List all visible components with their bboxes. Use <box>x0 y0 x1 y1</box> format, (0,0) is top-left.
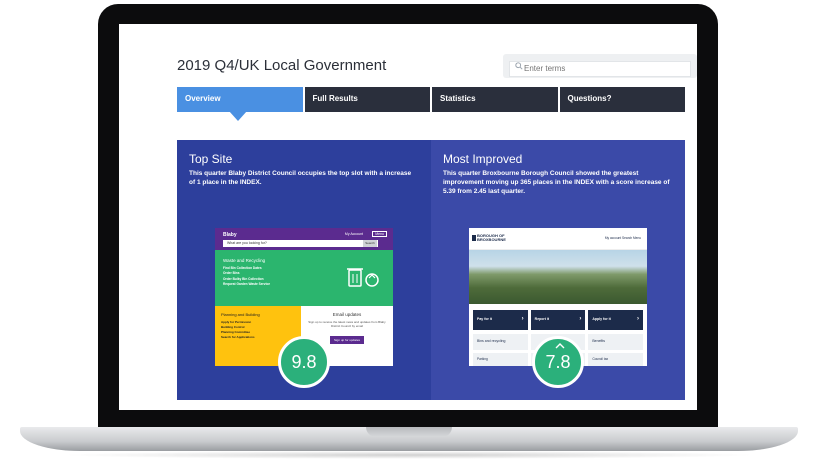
blaby-account-link: My Account <box>344 232 363 236</box>
blaby-planning-heading: Planning and Building <box>221 312 260 317</box>
laptop-screen: 2019 Q4/UK Local Government Overview Ful… <box>119 24 697 410</box>
broxbourne-crest-icon <box>472 235 476 241</box>
broxbourne-tile-apply: Apply for it › <box>588 310 644 330</box>
chevron-right-icon: › <box>521 316 524 322</box>
blaby-search-button: Search <box>363 240 377 247</box>
laptop-base-notch <box>366 427 452 437</box>
blaby-waste-heading: Waste and Recycling <box>223 258 266 263</box>
broxbourne-header: BOROUGH OF BROXBOURNE My account Search … <box>469 228 647 250</box>
chevron-right-icon: › <box>579 316 582 322</box>
laptop-shadow <box>60 451 758 459</box>
tile-label: Pay for it <box>477 317 492 321</box>
broxbourne-nav: My account Search Menu <box>604 236 641 240</box>
recycling-bin-icon <box>347 268 379 287</box>
top-site-text: This quarter Blaby District Council occu… <box>189 170 412 186</box>
search-input[interactable] <box>509 60 691 77</box>
top-site-score: 9.8 <box>291 351 317 372</box>
blaby-header: Blaby My Account Menu What are you looki… <box>215 228 393 250</box>
blaby-planning-link: Search for Applications <box>221 335 255 340</box>
chevron-up-icon <box>555 343 565 349</box>
most-improved-heading: Most Improved <box>443 152 523 166</box>
blaby-menu-button: Menu <box>372 231 387 237</box>
broxbourne-hero-photo <box>469 250 647 304</box>
top-site-panel: Top Site This quarter Blaby District Cou… <box>177 140 431 400</box>
broxbourne-tile-council-tax: Council tax <box>588 353 644 366</box>
blaby-logo: Blaby <box>223 232 237 238</box>
tab-full-results[interactable]: Full Results <box>304 87 430 112</box>
blaby-email-button: Sign up for updates <box>329 336 365 345</box>
broxbourne-action-tiles: Pay for it › Report it › Apply for it › <box>469 304 647 330</box>
tile-label: Report it <box>534 317 550 321</box>
highlight-panels: Top Site This quarter Blaby District Cou… <box>177 140 685 400</box>
broxbourne-tile-report: Report it › <box>530 310 586 330</box>
tile-label: Apply for it <box>592 317 611 321</box>
broxbourne-tile-bins: Bins and recycling <box>473 334 528 350</box>
most-improved-panel: Most Improved This quarter Broxbourne Bo… <box>431 140 685 400</box>
chevron-right-icon: › <box>637 316 640 322</box>
search-icon <box>515 62 523 70</box>
blaby-waste-section: Waste and Recycling Find Bin Collection … <box>215 250 393 306</box>
broxbourne-logo: BOROUGH OF BROXBOURNE <box>477 233 506 243</box>
blaby-search-bar: What are you looking for? <box>223 240 378 247</box>
tab-questions[interactable]: Questions? <box>559 87 685 112</box>
most-improved-text: This quarter Broxbourne Borough Council … <box>443 170 670 195</box>
broxbourne-tile-pay: Pay for it › <box>473 310 528 330</box>
search-box <box>503 54 697 78</box>
tab-statistics[interactable]: Statistics <box>432 87 558 112</box>
top-site-heading: Top Site <box>189 152 233 166</box>
broxbourne-logo-line2: BROXBOURNE <box>477 237 506 243</box>
blaby-email-text: Sign up to receive the latest news and u… <box>308 320 386 329</box>
most-improved-score: 7.8 <box>545 351 571 372</box>
laptop-mockup: 2019 Q4/UK Local Government Overview Ful… <box>0 0 818 465</box>
tab-overview[interactable]: Overview <box>177 87 303 121</box>
page-title: 2019 Q4/UK Local Government <box>177 57 387 74</box>
most-improved-score-badge: 7.8 <box>532 336 584 388</box>
blaby-email-heading: Email updates <box>332 312 362 317</box>
tab-bar: Overview Full Results Statistics Questio… <box>177 87 685 121</box>
broxbourne-tile-benefits: Benefits <box>588 334 644 350</box>
top-site-score-badge: 9.8 <box>278 336 330 388</box>
broxbourne-tile-parking: Parking <box>473 353 528 366</box>
